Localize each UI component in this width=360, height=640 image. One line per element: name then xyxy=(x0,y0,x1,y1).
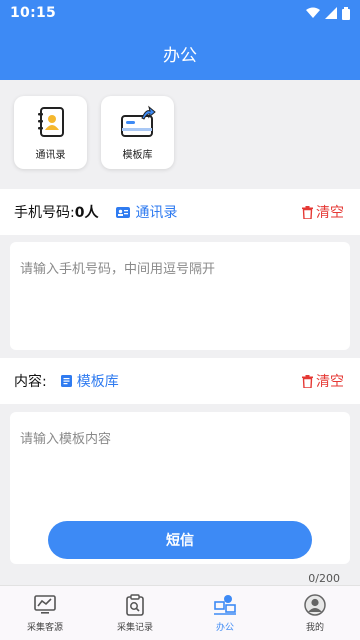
status-icons xyxy=(306,6,350,20)
contacts-link-label: 通讯录 xyxy=(135,205,178,221)
status-time: 10:15 xyxy=(10,5,57,21)
tab-label: 我的 xyxy=(305,623,324,633)
status-bar: 10:15 xyxy=(0,0,360,26)
tab-collect-records[interactable]: 采集记录 xyxy=(90,586,180,640)
page-title: 办公 xyxy=(163,45,197,66)
office-icon xyxy=(213,593,237,617)
phone-label: 手机号码: xyxy=(14,205,75,221)
template-library-icon xyxy=(120,104,156,140)
send-sms-button[interactable]: 短信 xyxy=(48,521,312,559)
phone-input-card xyxy=(10,242,350,350)
wifi-icon xyxy=(306,7,320,18)
clear-phone-label: 清空 xyxy=(316,205,344,221)
contacts-book-icon xyxy=(33,104,69,140)
bottom-tab-bar: 采集客源 采集记录 办公 我的 xyxy=(0,585,360,640)
title-bar: 办公 xyxy=(0,26,360,80)
clear-phone-button[interactable]: 清空 xyxy=(302,189,344,235)
tab-collect-sources[interactable]: 采集客源 xyxy=(0,586,90,640)
tab-label: 采集记录 xyxy=(116,623,153,633)
tab-mine[interactable]: 我的 xyxy=(270,586,360,640)
signal-icon xyxy=(325,7,337,19)
chart-icon xyxy=(33,593,57,617)
content-row: 内容: 模板库 清空 xyxy=(0,358,360,404)
document-icon xyxy=(60,375,72,387)
tab-office[interactable]: 办公 xyxy=(180,586,270,640)
phone-input[interactable] xyxy=(20,258,340,318)
battery-icon xyxy=(342,6,350,20)
trash-icon xyxy=(302,205,313,219)
template-library-tile[interactable]: 模板库 xyxy=(101,95,174,169)
app-header: 10:15 办公 xyxy=(0,0,360,80)
id-card-icon xyxy=(116,206,131,218)
content-label: 内容: xyxy=(14,374,47,390)
contacts-tile-label: 通讯录 xyxy=(35,149,66,161)
contacts-tile[interactable]: 通讯录 xyxy=(14,95,87,169)
tab-label: 办公 xyxy=(215,623,234,633)
content-input[interactable] xyxy=(20,428,340,488)
clear-content-button[interactable]: 清空 xyxy=(302,358,344,404)
shortcut-panel: 通讯录 模板库 xyxy=(0,80,360,184)
contacts-link[interactable]: 通讯录 xyxy=(116,202,177,222)
template-link[interactable]: 模板库 xyxy=(60,371,119,391)
clear-content-label: 清空 xyxy=(316,374,344,390)
tab-label: 采集客源 xyxy=(26,623,63,633)
trash-icon xyxy=(302,374,313,388)
clipboard-icon xyxy=(123,593,147,617)
char-counter: 0/200 xyxy=(308,572,340,585)
template-link-label: 模板库 xyxy=(76,374,119,390)
template-library-tile-label: 模板库 xyxy=(122,149,153,161)
profile-icon xyxy=(303,593,327,617)
recipient-count: 0人 xyxy=(74,205,99,221)
phone-row: 手机号码: 0人 通讯录 清空 xyxy=(0,189,360,235)
